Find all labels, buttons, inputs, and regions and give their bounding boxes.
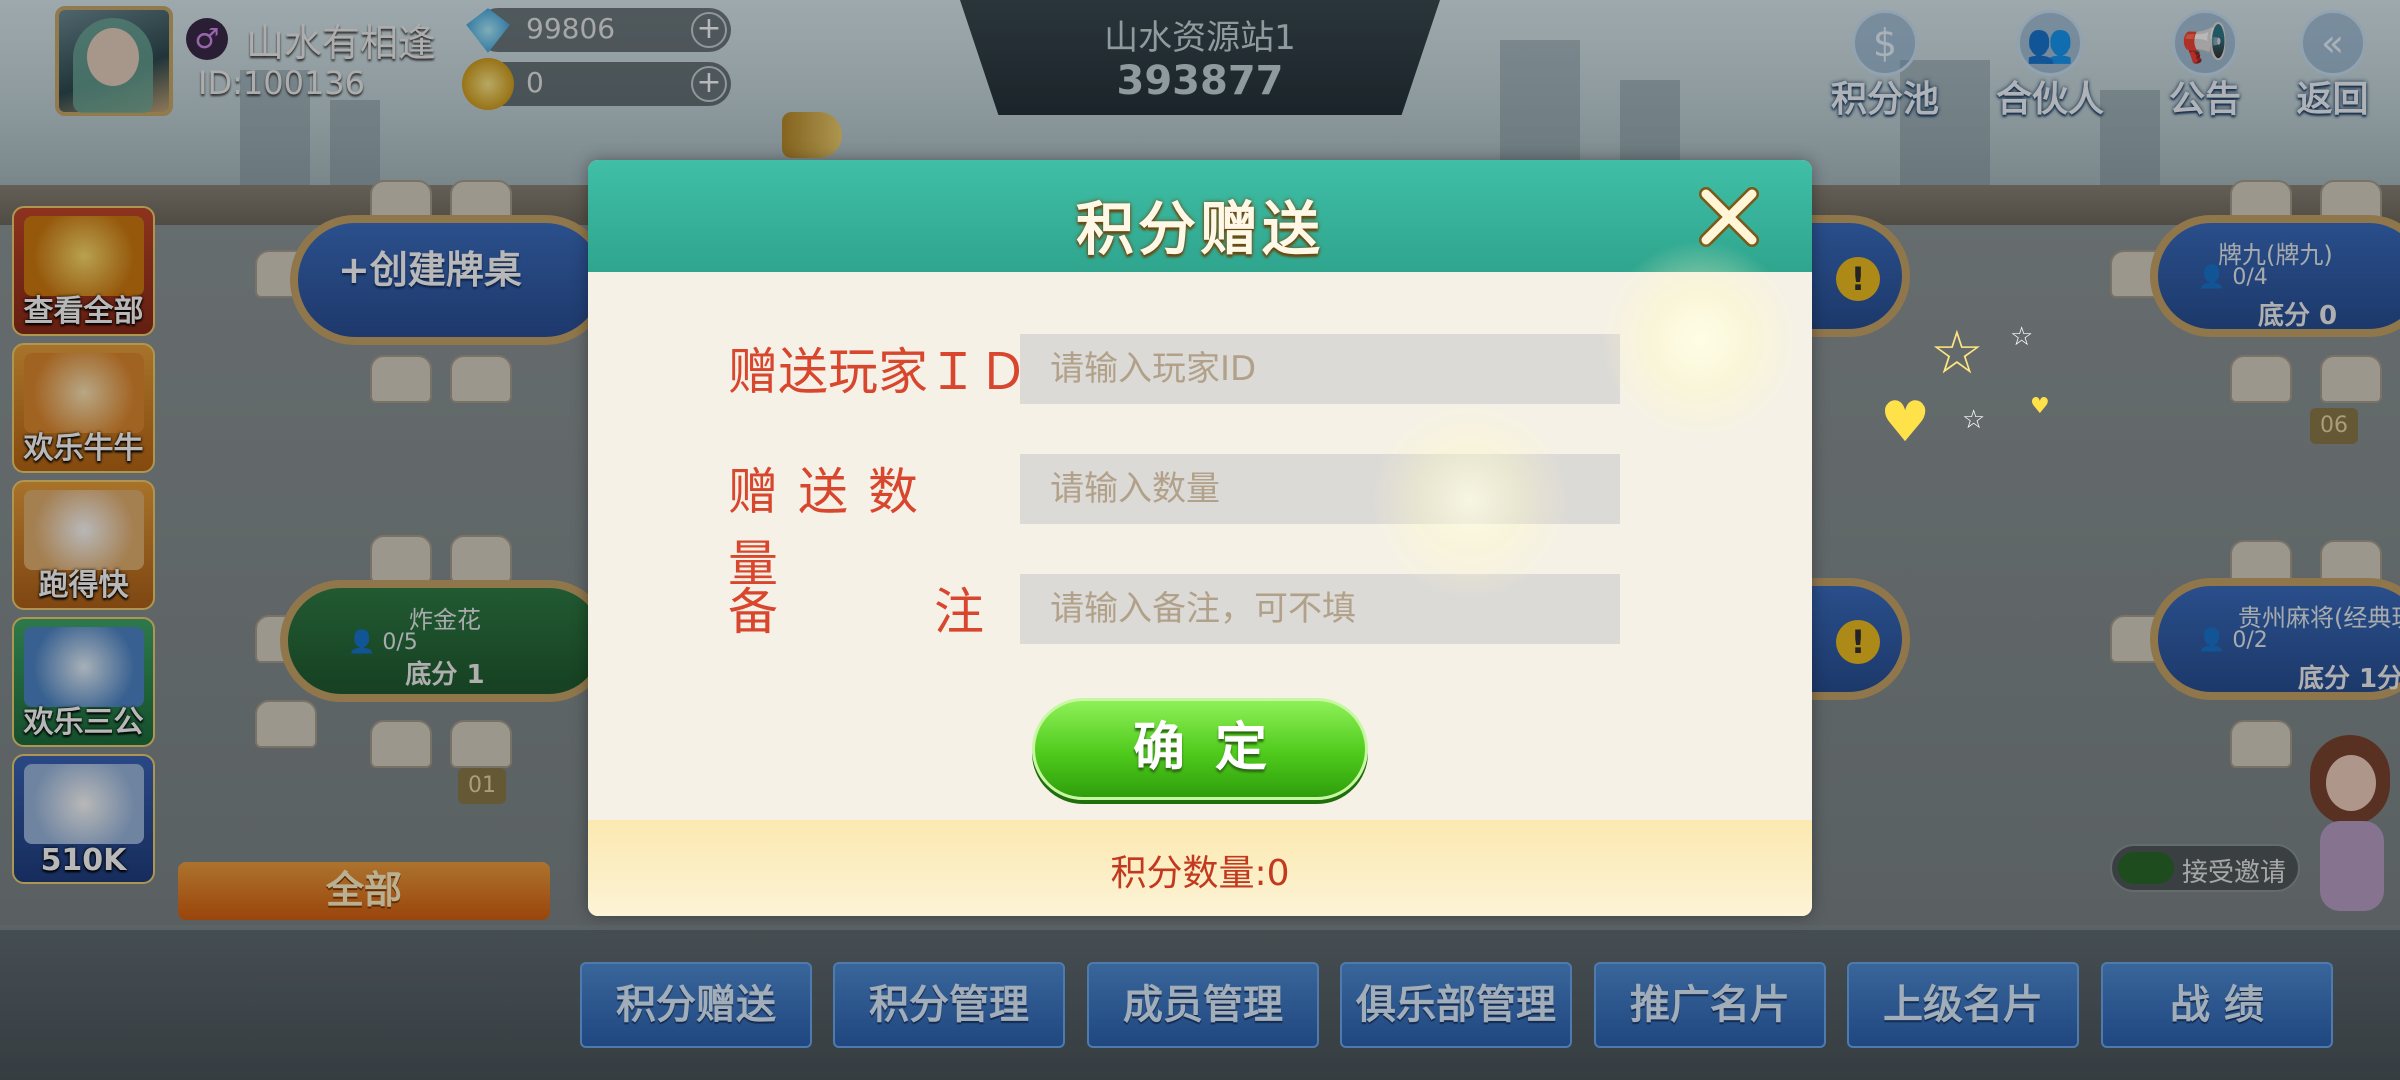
points-balance-text: 积分数量:0: [1110, 853, 1290, 894]
player-id-label: 赠送玩家ＩＤ: [728, 343, 1028, 401]
star-icon: ☆: [2010, 322, 2034, 352]
sparkle-glow: [1370, 400, 1570, 600]
remark-input[interactable]: [1020, 574, 1620, 644]
star-icon: ☆: [1930, 318, 1984, 388]
player-id-input[interactable]: [1020, 334, 1620, 404]
confirm-button[interactable]: 确定: [1032, 698, 1368, 800]
sparkle-glow: [1600, 240, 1800, 440]
heart-icon: ♥: [2030, 394, 2050, 419]
heart-icon: ♥: [1880, 390, 1931, 455]
star-icon: ☆: [1962, 405, 1986, 435]
dialog-header: 积分赠送: [588, 160, 1812, 272]
dialog-title: 积分赠送: [1075, 195, 1324, 263]
points-footer: 积分数量:0: [588, 820, 1812, 916]
